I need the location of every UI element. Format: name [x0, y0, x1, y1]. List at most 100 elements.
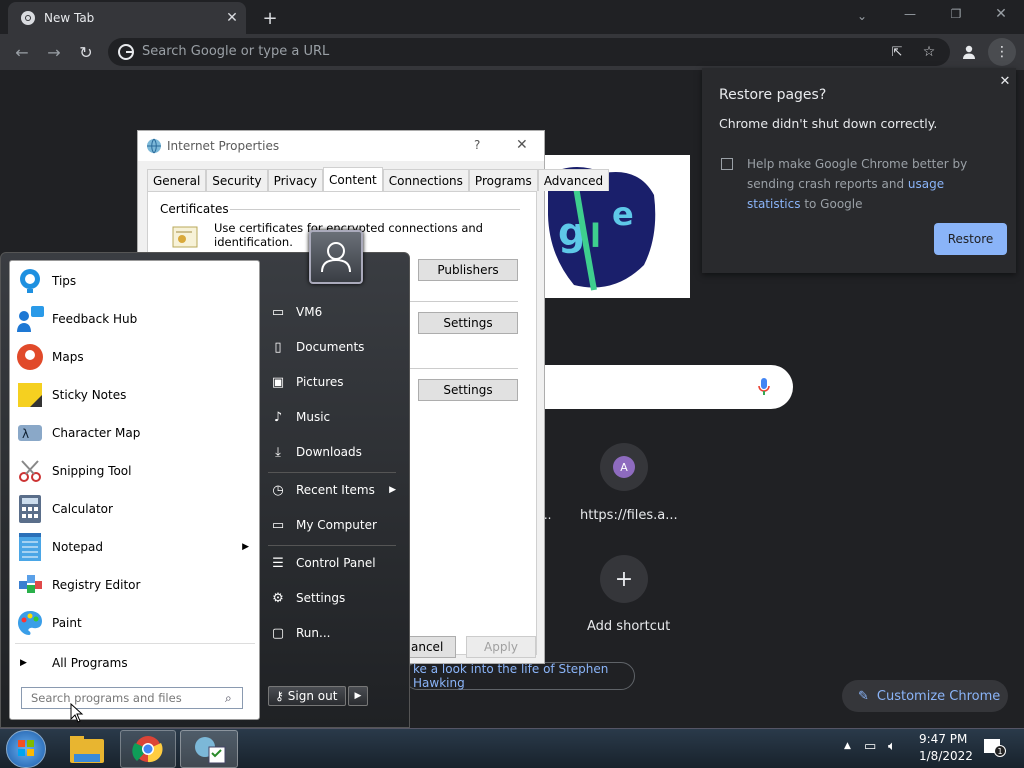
forward-icon[interactable]: → — [44, 42, 64, 62]
notification-count: 1 — [994, 745, 1006, 757]
start-item-label: Documents — [296, 340, 365, 354]
program-label: Tips — [52, 274, 77, 288]
tab-general[interactable]: General — [147, 169, 207, 191]
start-item-settings[interactable]: ⚙ Settings — [268, 582, 396, 614]
registry-editor-icon — [14, 569, 46, 601]
restore-window-icon[interactable]: ❐ — [946, 4, 966, 24]
share-icon[interactable]: ⇱ — [888, 43, 906, 61]
program-calculator[interactable]: Calculator — [14, 491, 257, 527]
program-tips[interactable]: Tips — [14, 263, 257, 299]
start-item-music[interactable]: ♪ Music — [268, 401, 396, 433]
settings-button-2[interactable]: Settings — [418, 379, 518, 401]
help-icon[interactable]: ? — [474, 138, 480, 152]
close-bubble-icon[interactable]: ✕ — [998, 74, 1012, 89]
program-label: Character Map — [52, 426, 141, 440]
user-avatar[interactable] — [309, 230, 363, 284]
program-sticky-notes[interactable]: Sticky Notes — [14, 377, 257, 413]
back-icon[interactable]: ← — [12, 42, 32, 62]
tab-security[interactable]: Security — [206, 169, 268, 191]
tab-connections[interactable]: Connections — [382, 169, 469, 191]
close-window-icon[interactable]: ✕ — [991, 4, 1011, 24]
start-item-label: Pictures — [296, 375, 344, 389]
clock-time[interactable]: 9:47 PM — [919, 732, 967, 746]
taskbar-chrome[interactable] — [120, 730, 176, 768]
pictures-icon: ▣ — [271, 374, 285, 390]
program-maps[interactable]: Maps — [14, 339, 257, 375]
start-item-label: VM6 — [296, 305, 323, 319]
bookmark-star-icon[interactable]: ☆ — [920, 43, 938, 61]
close-dialog-icon[interactable]: ✕ — [516, 137, 528, 153]
search-icon: ⌕ — [225, 691, 232, 705]
start-item-recent-items[interactable]: ◷ Recent Items ▶ — [268, 474, 396, 506]
start-item-pictures[interactable]: ▣ Pictures — [268, 366, 396, 398]
tab-new-tab[interactable]: New Tab ✕ — [8, 2, 246, 34]
chrome-menu-icon[interactable]: ⋮ — [988, 38, 1016, 66]
search-programs-placeholder: Search programs and files — [31, 691, 182, 705]
microphone-icon[interactable] — [754, 377, 774, 397]
tab-privacy[interactable]: Privacy — [267, 169, 324, 191]
help-checkbox[interactable] — [721, 158, 733, 170]
shortcut-avatar: A — [613, 456, 635, 478]
tab-programs[interactable]: Programs — [468, 169, 538, 191]
start-item-downloads[interactable]: ⤓ Downloads — [268, 436, 396, 468]
program-label: Registry Editor — [52, 578, 141, 592]
computer-icon: ▭ — [271, 517, 285, 533]
add-shortcut-plus-icon[interactable]: + — [600, 555, 648, 603]
tab-title: New Tab — [44, 11, 95, 25]
notification-center-icon[interactable]: 1 — [984, 739, 1006, 757]
start-item-control-panel[interactable]: ☰ Control Panel — [268, 547, 396, 579]
submenu-arrow-icon: ▶ — [389, 485, 396, 495]
dialog-tabs: General Security Privacy Content Connect… — [147, 167, 610, 191]
volume-icon[interactable]: 🔈︎ — [888, 739, 896, 754]
minimize-icon[interactable]: — — [900, 4, 920, 24]
taskbar-explorer[interactable] — [60, 730, 114, 768]
divider — [408, 368, 518, 369]
divider — [230, 209, 520, 210]
tab-strip: New Tab ✕ + ⌄ — ❐ ✕ — [0, 0, 1024, 34]
doodle-share-link[interactable]: ke a look into the life of Stephen Hawki… — [404, 662, 635, 690]
program-character-map[interactable]: λ Character Map — [14, 415, 257, 451]
restore-button[interactable]: Restore — [934, 223, 1007, 255]
program-paint[interactable]: Paint — [14, 605, 257, 641]
clock-date[interactable]: 1/8/2022 — [919, 749, 973, 763]
search-programs-input[interactable]: Search programs and files ⌕ — [21, 687, 243, 709]
show-hidden-icons-icon[interactable]: ▲ — [844, 741, 851, 751]
settings-button-1[interactable]: Settings — [418, 312, 518, 334]
publishers-button[interactable]: Publishers — [418, 259, 518, 281]
program-registry-editor[interactable]: Registry Editor — [14, 567, 257, 603]
apply-button[interactable]: Apply — [466, 636, 536, 658]
customize-chrome-label: Customize Chrome — [876, 688, 1001, 704]
start-item-my-computer[interactable]: ▭ My Computer — [268, 509, 396, 541]
close-tab-icon[interactable]: ✕ — [224, 10, 240, 26]
certificates-group-label: Certificates — [160, 202, 229, 216]
tab-content[interactable]: Content — [323, 167, 383, 191]
clock-icon: ◷ — [272, 482, 284, 498]
network-icon[interactable]: ▭ — [864, 739, 876, 754]
new-tab-plus-icon[interactable]: + — [260, 8, 280, 29]
program-feedback-hub[interactable]: Feedback Hub — [14, 301, 257, 337]
taskbar-internet-properties[interactable] — [180, 730, 238, 768]
all-programs[interactable]: ▶ All Programs — [14, 645, 257, 681]
shortcut-files[interactable]: A — [600, 443, 648, 491]
program-snipping-tool[interactable]: Snipping Tool — [14, 453, 257, 489]
all-programs-label: All Programs — [52, 656, 128, 670]
start-item-label: Run... — [296, 626, 331, 640]
search-box[interactable] — [544, 365, 793, 409]
program-notepad[interactable]: Notepad ▶ — [14, 529, 257, 565]
mouse-cursor-icon — [70, 703, 84, 723]
tab-advanced[interactable]: Advanced — [537, 169, 610, 191]
sign-out-button[interactable]: ⚷ Sign out — [268, 686, 346, 706]
lightbulb-icon — [14, 265, 46, 297]
customize-chrome-button[interactable]: ✎ Customize Chrome — [842, 680, 1008, 712]
start-item-vm6[interactable]: ▭ VM6 — [268, 296, 396, 328]
start-item-run[interactable]: ▢ Run... — [268, 617, 396, 649]
sign-out-options-arrow-icon[interactable]: ▶ — [348, 686, 368, 706]
start-orb-windows-icon[interactable] — [6, 730, 46, 768]
start-item-documents[interactable]: ▯ Documents — [268, 331, 396, 363]
add-shortcut-label[interactable]: Add shortcut — [587, 619, 670, 634]
shortcut-files-label[interactable]: https://files.a... — [580, 508, 678, 523]
omnibox[interactable]: Search Google or type a URL ⇱ ☆ — [108, 38, 950, 66]
reload-icon[interactable]: ↻ — [76, 42, 96, 62]
profile-icon[interactable] — [958, 42, 980, 62]
tab-search-chevron-icon[interactable]: ⌄ — [852, 6, 872, 26]
